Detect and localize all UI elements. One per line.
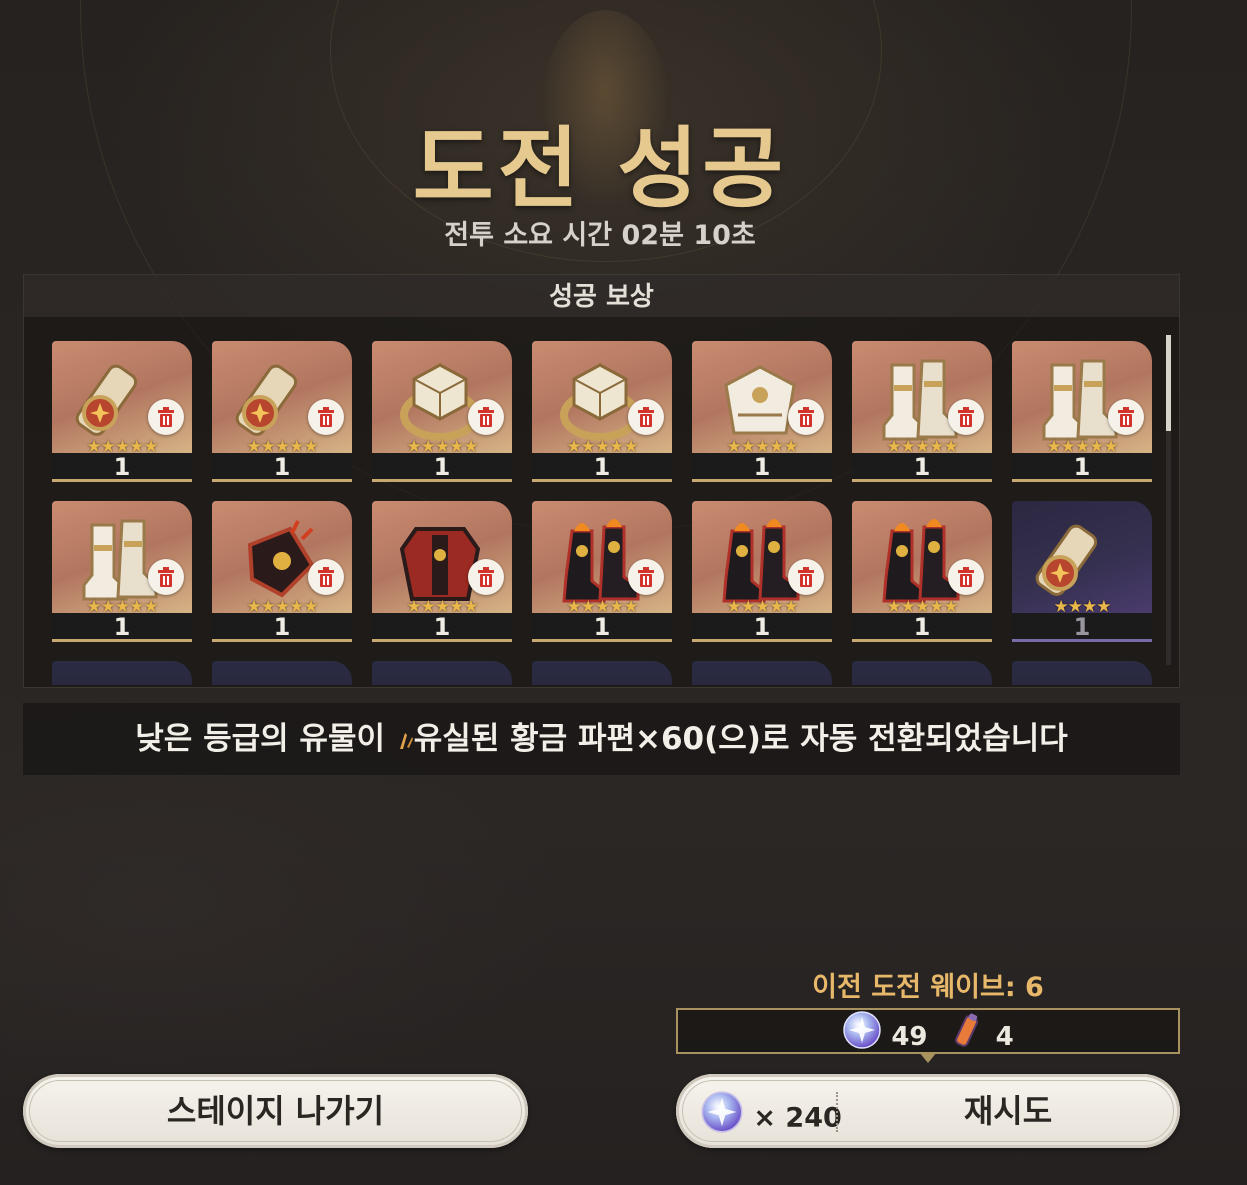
card-background — [532, 661, 672, 685]
dice-ring-icon — [552, 355, 648, 445]
exit-stage-button[interactable]: 스테이지 나가기 — [23, 1074, 528, 1148]
reward-item[interactable]: ★★★★★ 1 — [52, 501, 192, 643]
dice-ring-icon — [392, 355, 488, 445]
flame-boots-icon — [872, 515, 968, 605]
stamina-count: 49 — [891, 1022, 928, 1052]
retry-label: 재시도 — [963, 1092, 1053, 1130]
delete-icon[interactable] — [148, 399, 184, 435]
item-quantity: 1 — [852, 613, 992, 642]
retry-button[interactable]: × 240 재시도 — [676, 1074, 1180, 1148]
notice-item: 유실된 황금 파편×60(으)로 자동 전환되었습니다 — [413, 721, 1068, 757]
rewards-grid: ★★★★★ 1 ★★★★★ 1 ★★★★★ 1 ★★★★★ 1 ★★★★★ 1 ★★★★★ 1 ★★★★… — [24, 317, 1164, 685]
reward-item-placeholder — [212, 661, 352, 685]
rewards-panel: 성공 보상 ★★★★★ 1 ★★★★★ 1 ★★★★★ 1 ★★★★★ 1 ★★★★★ 1 ★★★★… — [23, 274, 1180, 688]
tooltip-caret — [919, 1052, 937, 1063]
gold-fragment-icon — [396, 705, 414, 749]
stamina-orb-icon — [700, 1090, 744, 1147]
item-quantity: 1 — [52, 613, 192, 642]
reward-item[interactable]: ★★★★★ 1 — [852, 501, 992, 643]
item-quantity: 1 — [692, 613, 832, 642]
item-quantity: 1 — [1012, 613, 1152, 642]
conversion-notice: 낮은 등급의 유물이 유실된 황금 파편×60(으)로 자동 전환되었습니다 — [23, 703, 1180, 775]
item-quantity: 1 — [852, 453, 992, 482]
item-quantity: 1 — [212, 613, 352, 642]
item-quantity: 1 — [692, 453, 832, 482]
item-quantity: 1 — [212, 453, 352, 482]
item-quantity: 1 — [52, 453, 192, 482]
fuel-count: 4 — [995, 1022, 1014, 1052]
reward-item[interactable]: ★★★★★ 1 — [52, 341, 192, 483]
reward-item-placeholder — [1012, 661, 1152, 685]
notice-prefix: 낮은 등급의 유물이 — [135, 721, 396, 757]
red-gauntlet-icon — [232, 515, 328, 605]
card-background — [692, 661, 832, 685]
stamina-orb-icon — [842, 1010, 882, 1065]
card-background — [1012, 661, 1152, 685]
delete-icon[interactable] — [788, 399, 824, 435]
delete-icon[interactable] — [468, 399, 504, 435]
reward-item-placeholder — [52, 661, 192, 685]
scrollbar[interactable] — [1166, 335, 1171, 665]
card-background — [52, 661, 192, 685]
white-boots-icon — [1032, 355, 1128, 445]
scrollbar-thumb[interactable] — [1166, 335, 1171, 431]
reward-item[interactable]: ★★★★★ 1 — [372, 341, 512, 483]
card-background — [372, 661, 512, 685]
reward-item-placeholder — [692, 661, 832, 685]
reward-item[interactable]: ★★★★★ 1 — [692, 341, 832, 483]
previous-wave: 이전 도전 웨이브: 6 — [812, 972, 1044, 1003]
reward-item[interactable]: ★★★★★ 1 — [212, 341, 352, 483]
reward-item-placeholder — [852, 661, 992, 685]
reward-item[interactable]: ★★★★★ 1 — [852, 341, 992, 483]
item-quantity: 1 — [532, 613, 672, 642]
delete-icon[interactable] — [948, 559, 984, 595]
white-boots-icon — [872, 355, 968, 445]
fuel-bottle-icon — [947, 1010, 987, 1065]
card-background — [212, 661, 352, 685]
retry-cost-info: 49 4 — [676, 1008, 1180, 1054]
delete-icon[interactable] — [628, 399, 664, 435]
flame-boots-icon — [552, 515, 648, 605]
battle-time: 전투 소요 시간 02분 10초 — [444, 220, 756, 251]
reward-item[interactable]: ★★★★★ 1 — [372, 501, 512, 643]
reward-item[interactable]: ★★★★★ 1 — [1012, 341, 1152, 483]
flame-boots-icon — [712, 515, 808, 605]
page-title: 도전 성공 — [412, 117, 788, 220]
rewards-heading: 성공 보상 — [24, 275, 1179, 317]
item-quantity: 1 — [1012, 453, 1152, 482]
delete-icon[interactable] — [308, 559, 344, 595]
retry-cost-amount: × 240 — [753, 1102, 842, 1134]
delete-icon[interactable] — [948, 399, 984, 435]
white-boots-icon — [72, 515, 168, 605]
reward-item-placeholder — [532, 661, 672, 685]
reward-item[interactable]: ★★★★★ 1 — [532, 341, 672, 483]
delete-icon[interactable] — [628, 559, 664, 595]
spyglass-icon — [1032, 515, 1128, 605]
delete-icon[interactable] — [1108, 399, 1144, 435]
card-background — [852, 661, 992, 685]
reward-item[interactable]: ★★★★★ 1 — [212, 501, 352, 643]
white-gloves-icon — [712, 355, 808, 445]
spyglass-icon — [72, 355, 168, 445]
spyglass-icon — [232, 355, 328, 445]
reward-item-placeholder — [372, 661, 512, 685]
exit-stage-label: 스테이지 나가기 — [166, 1092, 385, 1130]
reward-item[interactable]: ★★★★★ 1 — [532, 501, 672, 643]
delete-icon[interactable] — [468, 559, 504, 595]
item-quantity: 1 — [372, 453, 512, 482]
retry-cost: × 240 — [700, 1090, 842, 1134]
delete-icon[interactable] — [148, 559, 184, 595]
item-quantity: 1 — [372, 613, 512, 642]
red-armor-icon — [392, 515, 488, 605]
item-quantity: 1 — [532, 453, 672, 482]
delete-icon[interactable] — [308, 399, 344, 435]
reward-item[interactable]: ★★★★ 1 — [1012, 501, 1152, 643]
delete-icon[interactable] — [788, 559, 824, 595]
reward-item[interactable]: ★★★★★ 1 — [692, 501, 832, 643]
